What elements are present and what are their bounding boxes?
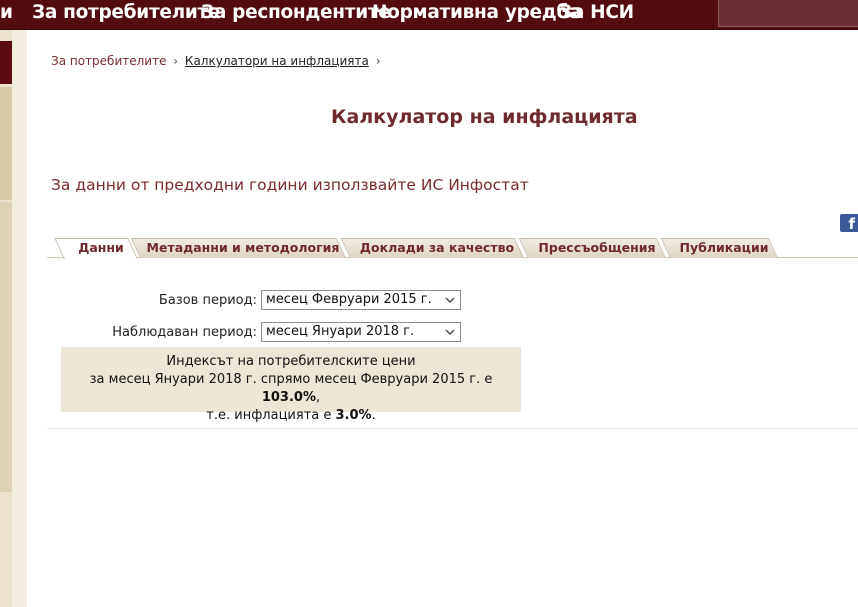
result-text: за месец Януари 2018 г. спрямо месец Фев…	[89, 372, 493, 387]
breadcrumb-link-calculators[interactable]: Калкулатори на инфлацията	[185, 54, 369, 68]
result-text: ,	[316, 390, 321, 405]
index-value: 103.0%	[261, 390, 316, 405]
tab-label: Данни	[78, 240, 124, 255]
tab-label: Метаданни и методология	[146, 240, 340, 255]
tab-press-releases[interactable]: Прессъобщения	[518, 238, 666, 258]
chevron-down-icon	[445, 329, 455, 335]
sidebar-item[interactable]	[0, 202, 12, 492]
result-text: т.е. инфлацията е	[206, 408, 336, 423]
nav-item-consumers[interactable]: За потребителите	[32, 0, 221, 27]
result-box: Индексът на потребителските цени за месе…	[61, 347, 521, 423]
nav-item-regulations[interactable]: Нормативна уредба	[372, 0, 582, 27]
tab-metadata[interactable]: Метаданни и методология	[130, 238, 346, 258]
tab-publications[interactable]: Публикации	[660, 238, 778, 258]
tab-label: Публикации	[679, 240, 769, 255]
sidebar-edge	[12, 30, 27, 607]
result-line-3: т.е. инфлацията е 3.0%.	[61, 407, 521, 425]
page-title: Калкулатор на инфлацията	[331, 106, 638, 128]
nav-item-about-nsi[interactable]: За НСИ	[559, 0, 634, 27]
tab-data[interactable]: Данни	[54, 238, 139, 259]
content-divider	[47, 428, 858, 429]
tab-quality-reports[interactable]: Доклади за качество	[340, 238, 524, 258]
left-sidebar	[0, 30, 27, 607]
inflation-value: 3.0%	[335, 408, 372, 423]
chevron-down-icon	[445, 297, 455, 303]
sidebar-active-item[interactable]	[0, 41, 12, 84]
base-period-label: Базов период:	[158, 293, 257, 308]
observed-period-label: Наблюдаван период:	[112, 325, 257, 340]
result-line-2: за месец Януари 2018 г. спрямо месец Фев…	[61, 371, 521, 407]
tab-label: Прессъобщения	[538, 240, 656, 255]
top-navigation-bar: и За потребителите За респондентите Норм…	[0, 0, 858, 30]
breadcrumb: За потребителите › Калкулатори на инфлац…	[51, 54, 384, 68]
facebook-icon[interactable]: f	[840, 214, 858, 233]
observed-period-select[interactable]: месец Януари 2018 г.	[261, 322, 461, 342]
breadcrumb-separator: ›	[173, 54, 179, 68]
tab-label: Доклади за качество	[359, 240, 515, 255]
result-line-1: Индексът на потребителските цени	[166, 354, 416, 369]
nav-item-respondents[interactable]: За респондентите	[201, 0, 391, 27]
nav-item-partial[interactable]: и	[0, 0, 13, 27]
base-period-value: месец Февруари 2015 г.	[266, 292, 432, 307]
observed-period-value: месец Януари 2018 г.	[266, 324, 415, 339]
sidebar-item[interactable]	[0, 87, 12, 200]
base-period-select[interactable]: месец Февруари 2015 г.	[261, 290, 461, 310]
result-text: .	[371, 408, 376, 423]
breadcrumb-link-consumers[interactable]: За потребителите	[51, 54, 166, 68]
infostat-notice[interactable]: За данни от предходни години използвайте…	[51, 176, 529, 194]
header-search-area[interactable]	[718, 0, 858, 27]
breadcrumb-separator: ›	[375, 54, 381, 68]
